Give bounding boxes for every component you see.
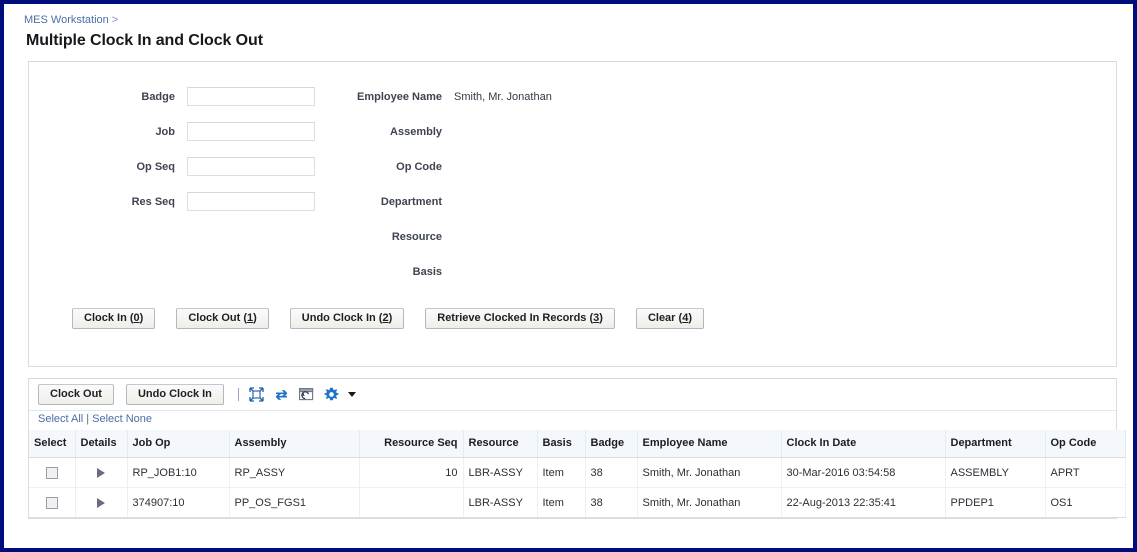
table-row: RP_JOB1:10 RP_ASSY 10 LBR-ASSY Item 38 S…: [29, 457, 1126, 488]
form-right-column: Employee Name Smith, Mr. Jonathan Assemb…: [277, 79, 697, 289]
column-header-op-code[interactable]: Op Code: [1045, 430, 1126, 458]
retrieve-records-tail: ): [599, 312, 603, 324]
column-header-badge[interactable]: Badge: [585, 430, 638, 458]
cell-assembly: RP_ASSY: [229, 457, 360, 488]
cell-department: PPDEP1: [945, 487, 1046, 518]
field-row-resource: Resource: [277, 219, 697, 254]
column-header-details[interactable]: Details: [75, 430, 128, 458]
undo-clock-in-button[interactable]: Undo Clock In (2): [289, 308, 405, 329]
row-details-cell: [75, 487, 128, 518]
clocked-in-records-table: Select Details Job Op Assembly Resource …: [29, 430, 1126, 518]
cell-employee-name: Smith, Mr. Jonathan: [637, 487, 782, 518]
label-op-code: Op Code: [396, 160, 442, 173]
clock-entry-panel: Badge Job Op Seq Res Seq Employee Name S…: [28, 61, 1117, 367]
table-undo-clock-in-button[interactable]: Undo Clock In: [125, 384, 224, 405]
form-action-buttons: Clock In (0) Clock Out (1) Undo Clock In…: [72, 308, 704, 329]
detach-icon[interactable]: [297, 385, 317, 405]
toolbar-divider: [237, 388, 239, 401]
column-header-basis[interactable]: Basis: [537, 430, 586, 458]
clock-in-tail: ): [139, 312, 144, 324]
page-title: Multiple Clock In and Clock Out: [26, 32, 263, 49]
cell-resource-seq: [359, 487, 464, 518]
cell-resource: LBR-ASSY: [463, 457, 538, 488]
breadcrumb: MES Workstation >: [4, 4, 1133, 27]
field-row-assembly: Assembly: [277, 114, 697, 149]
retrieve-clocked-in-records-button[interactable]: Retrieve Clocked In Records (3): [425, 308, 615, 329]
column-header-job-op[interactable]: Job Op: [127, 430, 230, 458]
browser-window-frame: MES Workstation > Multiple Clock In and C…: [0, 0, 1137, 552]
field-row-department: Department: [277, 184, 697, 219]
column-header-clock-in-date[interactable]: Clock In Date: [781, 430, 946, 458]
row-checkbox[interactable]: [45, 496, 58, 509]
row-details-cell: [75, 457, 128, 488]
table-toolbar: Clock Out Undo Clock In: [29, 379, 1116, 411]
table-clock-out-button[interactable]: Clock Out: [38, 384, 114, 405]
cell-department: ASSEMBLY: [945, 457, 1046, 488]
table-header-row: Select Details Job Op Assembly Resource …: [29, 430, 1126, 458]
expand-all-icon[interactable]: [247, 385, 267, 405]
cell-assembly: PP_OS_FGS1: [229, 487, 360, 518]
gear-icon[interactable]: [322, 385, 342, 405]
clock-in-button[interactable]: Clock In (0): [72, 308, 156, 329]
cell-basis: Item: [537, 487, 586, 518]
column-header-select[interactable]: Select: [29, 430, 76, 458]
label-basis: Basis: [412, 265, 442, 278]
cell-employee-name: Smith, Mr. Jonathan: [637, 457, 782, 488]
label-badge: Badge: [141, 90, 175, 103]
cell-resource-seq: 10: [359, 457, 464, 488]
column-header-resource[interactable]: Resource: [463, 430, 538, 458]
refresh-icon[interactable]: [272, 385, 292, 405]
column-header-resource-seq[interactable]: Resource Seq: [359, 430, 464, 458]
field-row-employee-name: Employee Name Smith, Mr. Jonathan: [277, 79, 697, 114]
clear-button-label: Clear (: [647, 312, 683, 324]
clock-in-button-label: Clock In (: [84, 312, 134, 324]
select-none-link[interactable]: Select None: [92, 413, 152, 425]
clock-out-button-label: Clock Out (: [188, 312, 247, 324]
cell-clock-in-date: 30-Mar-2016 03:54:58: [781, 457, 946, 488]
cell-badge: 38: [585, 487, 638, 518]
label-department: Department: [380, 195, 442, 208]
label-resource: Resource: [391, 230, 442, 243]
label-assembly: Assembly: [390, 125, 442, 138]
cell-clock-in-date: 22-Aug-2013 22:35:41: [781, 487, 946, 518]
select-links-separator: |: [86, 413, 90, 425]
row-select-cell: [29, 457, 76, 488]
cell-op-code: OS1: [1045, 487, 1126, 518]
label-res-seq: Res Seq: [131, 195, 175, 208]
table-row: 374907:10 PP_OS_FGS1 LBR-ASSY Item 38 Sm…: [29, 487, 1126, 518]
cell-job-op: 374907:10: [127, 487, 230, 518]
label-job: Job: [155, 125, 175, 138]
column-header-assembly[interactable]: Assembly: [229, 430, 360, 458]
row-select-cell: [29, 487, 76, 518]
breadcrumb-separator: >: [111, 14, 119, 26]
cell-job-op: RP_JOB1:10: [127, 457, 230, 488]
clear-button[interactable]: Clear (4): [635, 308, 704, 329]
breadcrumb-link-mes-workstation[interactable]: MES Workstation: [24, 14, 109, 26]
cell-badge: 38: [585, 457, 638, 488]
cell-basis: Item: [537, 457, 586, 488]
expand-row-icon[interactable]: [97, 497, 105, 508]
cell-op-code: APRT: [1045, 457, 1126, 488]
clear-tail: ): [688, 312, 692, 324]
clock-out-button[interactable]: Clock Out (1): [176, 308, 269, 329]
cell-resource: LBR-ASSY: [463, 487, 538, 518]
undo-clock-in-button-label: Undo Clock In (: [301, 312, 383, 324]
select-links-bar: Select All | Select None: [29, 411, 1116, 430]
field-row-op-code: Op Code: [277, 149, 697, 184]
label-op-seq: Op Seq: [136, 160, 175, 173]
clocked-in-records-panel: Clock Out Undo Clock In Select All | Sel…: [28, 378, 1126, 519]
retrieve-records-button-label: Retrieve Clocked In Records (: [437, 312, 594, 324]
column-header-department[interactable]: Department: [945, 430, 1046, 458]
value-employee-name: Smith, Mr. Jonathan: [454, 90, 552, 103]
field-row-basis: Basis: [277, 254, 697, 289]
label-employee-name: Employee Name: [357, 90, 442, 103]
column-header-employee-name[interactable]: Employee Name: [637, 430, 782, 458]
expand-row-icon[interactable]: [97, 467, 105, 478]
page-content: MES Workstation > Multiple Clock In and C…: [4, 4, 1133, 548]
clock-out-tail: ): [253, 312, 257, 324]
undo-clock-in-tail: ): [388, 312, 393, 324]
select-all-link[interactable]: Select All: [38, 413, 83, 425]
row-checkbox[interactable]: [45, 466, 58, 479]
chevron-down-icon[interactable]: [347, 392, 356, 397]
